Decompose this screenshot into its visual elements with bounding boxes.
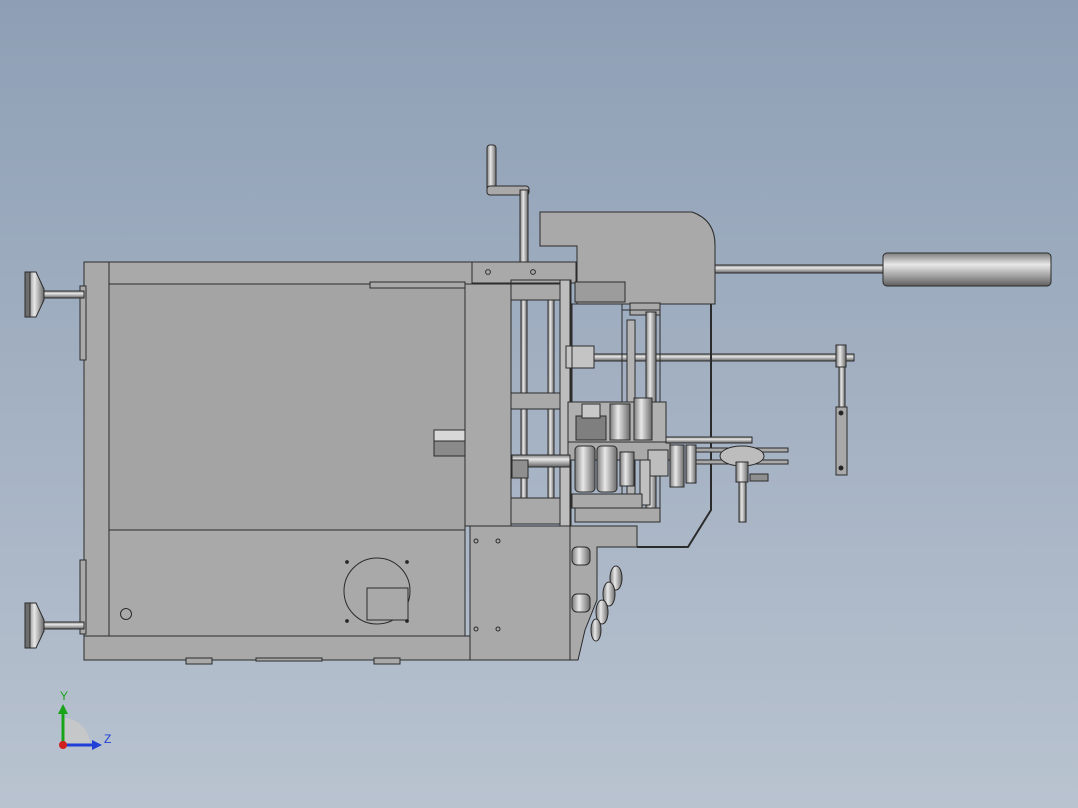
- triad-x-origin: [59, 741, 67, 749]
- triad-y-label: Y: [60, 689, 68, 703]
- triad-plane-shade: [63, 718, 90, 745]
- triad-z-arrow: [92, 740, 102, 750]
- cad-graphics-viewport[interactable]: Y Z: [0, 0, 1078, 808]
- triad-y-arrow: [58, 704, 68, 714]
- leveling-foot-top: [24, 271, 85, 318]
- machine-model-drawing[interactable]: Y Z: [0, 0, 1078, 808]
- triad-z-label: Z: [104, 732, 111, 746]
- crank-handle: [486, 144, 530, 263]
- coordinate-triad: Y Z: [58, 689, 111, 750]
- leveling-foot-bottom: [24, 602, 85, 649]
- long-rod-handle: [714, 252, 1052, 287]
- main-frame: [79, 261, 475, 665]
- base-cabinet: [469, 525, 638, 661]
- round-access-panel: [343, 557, 411, 625]
- drive-mechanism: [510, 279, 855, 548]
